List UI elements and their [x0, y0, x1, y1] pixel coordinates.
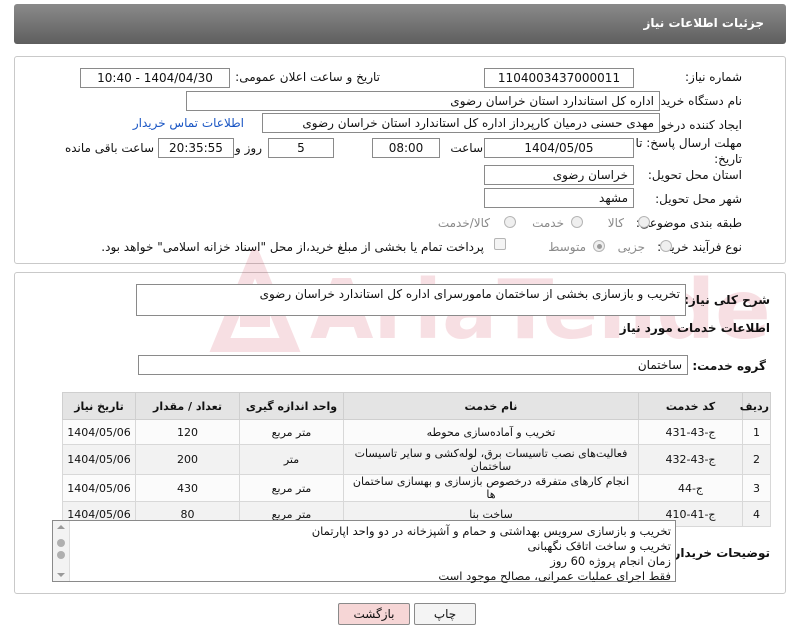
buyer-org-label: نام دستگاه خریدار:	[647, 94, 743, 108]
cell-name: انجام کارهای متفرقه درخصوص بازسازی و بهس…	[343, 474, 639, 502]
cell-code: ج-43-431	[638, 419, 743, 445]
category-goods-radio[interactable]	[638, 216, 650, 228]
services-table: ردیف کد خدمت نام خدمت واحد اندازه گیری ت…	[62, 392, 771, 527]
description-label: شرح کلی نیاز:	[684, 293, 770, 307]
days-label: روز و	[235, 141, 262, 155]
category-goods-service-radio[interactable]	[504, 216, 516, 228]
province-label: استان محل تحویل:	[647, 168, 742, 182]
payment-note: پرداخت تمام یا بخشی از مبلغ خرید،از محل …	[101, 240, 484, 254]
buyer-note-line: فقط اجرای عملیات عمرانی، مصالح موجود است	[438, 569, 671, 583]
cell-unit: متر مربع	[239, 419, 344, 445]
cell-qty: 200	[135, 444, 240, 475]
table-row: 2 ج-43-432 فعالیت‌های نصب تاسیسات برق، ل…	[62, 444, 771, 475]
table-row: 1 ج-43-431 تخریب و آماده‌سازی محوطه متر …	[62, 419, 771, 445]
cell-name: تخریب و آماده‌سازی محوطه	[343, 419, 639, 445]
col-header-name: نام خدمت	[343, 392, 639, 420]
col-header-unit: واحد اندازه گیری	[239, 392, 344, 420]
cell-row: 2	[742, 444, 771, 475]
buyer-note-line: تخریب و بازسازی سرویس بهداشتی و حمام و آ…	[311, 524, 671, 538]
process-medium-radio[interactable]	[593, 240, 605, 252]
col-header-date: تاریخ نیاز	[62, 392, 136, 420]
page-title: جزئیات اطلاعات نیاز	[643, 16, 764, 30]
cell-unit: متر مربع	[239, 474, 344, 502]
page-header: جزئیات اطلاعات نیاز	[14, 4, 786, 44]
category-service-radio[interactable]	[571, 216, 583, 228]
remaining-days-field[interactable]: 5	[268, 138, 334, 158]
process-partial-label: جزیی	[617, 240, 645, 254]
category-goods-service-label: کالا/خدمت	[437, 216, 490, 230]
cell-qty: 120	[135, 419, 240, 445]
services-section-title: اطلاعات خدمات مورد نیاز	[619, 321, 770, 335]
deadline-date-field[interactable]: 1404/05/05	[484, 138, 634, 158]
back-button[interactable]: بازگشت	[338, 603, 410, 625]
buyer-notes-label: توضیحات خریدار:	[668, 546, 770, 560]
col-header-qty: تعداد / مقدار	[135, 392, 240, 420]
service-group-label: گروه خدمت:	[692, 359, 766, 373]
process-medium-label: متوسط	[548, 240, 586, 254]
cell-row: 1	[742, 419, 771, 445]
description-textarea[interactable]: تخریب و بازسازی بخشی از ساختمان مامورسرا…	[136, 284, 686, 316]
cell-date: 1404/05/06	[62, 444, 136, 475]
process-partial-radio[interactable]	[660, 240, 672, 252]
category-goods-label: کالا	[607, 216, 624, 230]
category-label: طبقه بندی موضوعی:	[635, 216, 742, 230]
buyer-contact-link[interactable]: اطلاعات تماس خریدار	[133, 116, 244, 130]
scroll-arrows-icon	[57, 525, 65, 577]
table-row: 3 ج-44 انجام کارهای متفرقه درخصوص بازساز…	[62, 474, 771, 502]
cell-code: ج-44	[638, 474, 743, 502]
cell-qty: 430	[135, 474, 240, 502]
cell-date: 1404/05/06	[62, 474, 136, 502]
deadline-time-field[interactable]: 08:00	[372, 138, 440, 158]
buyer-notes-textarea[interactable]: تخریب و بازسازی سرویس بهداشتی و حمام و آ…	[52, 520, 676, 583]
col-header-code: کد خدمت	[638, 392, 743, 420]
payment-checkbox[interactable]	[494, 238, 506, 250]
announce-datetime-field[interactable]: 1404/04/30 - 10:40	[80, 68, 230, 88]
buyer-note-line: تخریب و ساخت اتاقک نگهبانی	[527, 539, 671, 553]
cell-name: فعالیت‌های نصب تاسیسات برق، لوله‌کشی و س…	[343, 444, 639, 475]
province-field[interactable]: خراسان رضوی	[484, 165, 634, 185]
notes-scrollbar[interactable]	[53, 521, 70, 581]
buyer-org-field[interactable]: اداره کل استاندارد استان خراسان رضوی	[186, 91, 660, 111]
cell-row: 4	[742, 501, 771, 527]
deadline-time-label: ساعت	[450, 141, 483, 155]
remaining-time-field[interactable]: 20:35:55	[158, 138, 234, 158]
cell-unit: متر	[239, 444, 344, 475]
buyer-note-line: زمان انجام پروژه 60 روز	[550, 554, 671, 568]
col-header-row: ردیف	[740, 392, 771, 420]
service-group-field[interactable]: ساختمان	[138, 355, 688, 375]
cell-code: ج-43-432	[638, 444, 743, 475]
deadline-label-2: تاریخ:	[714, 152, 742, 166]
print-button[interactable]: چاپ	[414, 603, 476, 625]
creator-field[interactable]: مهدی حسنی درمیان کارپرداز اداره کل استان…	[262, 113, 660, 133]
city-field[interactable]: مشهد	[484, 188, 634, 208]
need-number-field[interactable]: 1104003437000011	[484, 68, 634, 88]
remaining-label: ساعت باقی مانده	[64, 141, 154, 155]
announce-label: تاریخ و ساعت اعلان عمومی:	[235, 70, 380, 84]
cell-date: 1404/05/06	[62, 419, 136, 445]
need-number-label: شماره نیاز:	[685, 70, 742, 84]
deadline-label-1: مهلت ارسال پاسخ: تا	[635, 136, 742, 150]
cell-row: 3	[742, 474, 771, 502]
table-header-row: ردیف کد خدمت نام خدمت واحد اندازه گیری ت…	[62, 392, 771, 420]
category-service-label: خدمت	[532, 216, 564, 230]
city-label: شهر محل تحویل:	[655, 192, 742, 206]
